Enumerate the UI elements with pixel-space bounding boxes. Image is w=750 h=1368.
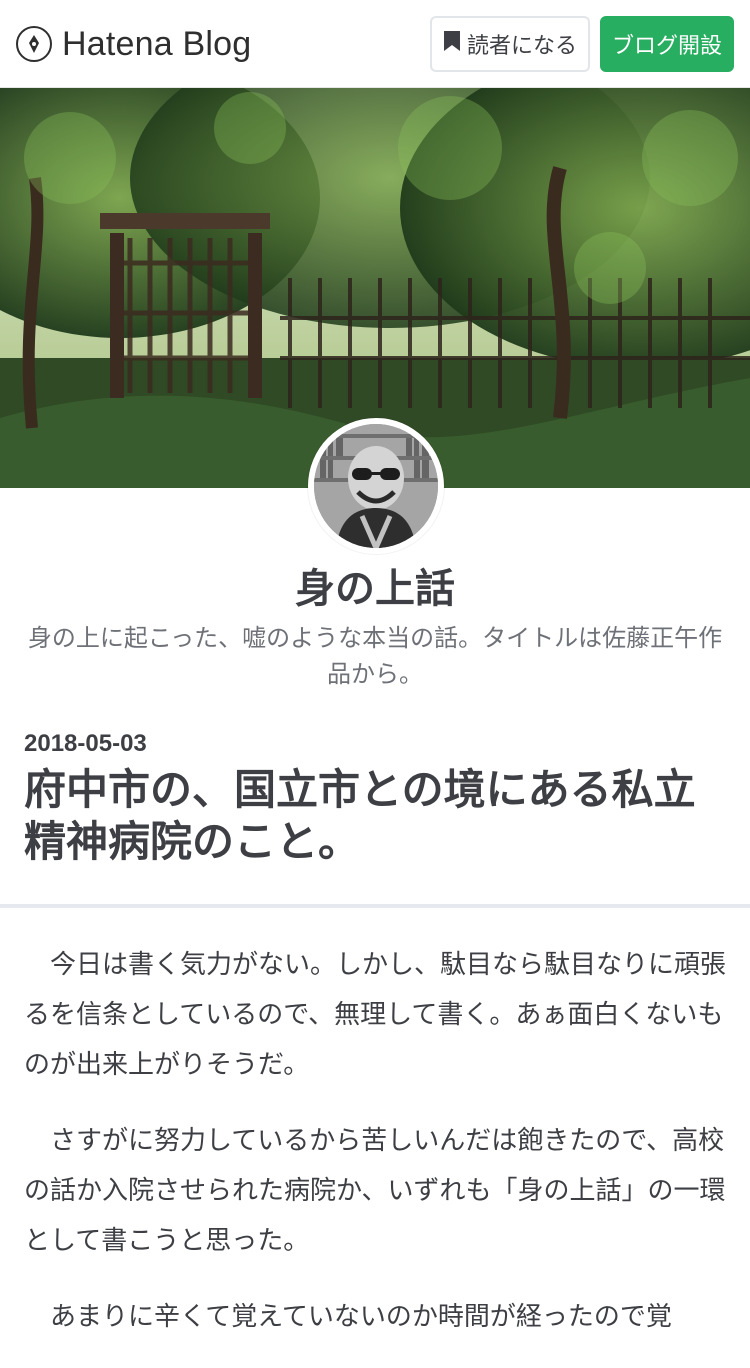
entry-title[interactable]: 府中市の、国立市との境にある私立精神病院のこと。 [24, 764, 730, 868]
subscribe-button[interactable]: 読者になる [430, 16, 590, 72]
divider [0, 904, 750, 908]
top-bar: Hatena Blog 読者になる ブログ開設 [0, 0, 750, 88]
brand-name: Hatena Blog [62, 24, 252, 63]
entry-paragraph: 今日は書く気力がない。しかし、駄目なら駄目なりに頑張るを信条としているので、無理… [24, 950, 727, 1080]
create-blog-button[interactable]: ブログ開設 [600, 16, 734, 72]
subscribe-button-label: 読者になる [466, 34, 577, 59]
author-photo [314, 424, 438, 548]
hatena-blog-logo[interactable]: Hatena Blog [16, 22, 251, 66]
blog-description: 身の上に起こった、嘘のような本当の話。タイトルは佐藤正午作品から。 [27, 624, 723, 688]
blog-avatar[interactable] [308, 418, 444, 554]
bookmark-icon [443, 30, 461, 58]
blog-title[interactable]: 身の上話 [0, 556, 750, 614]
pen-nib-icon [16, 26, 52, 62]
entry-date[interactable]: 2018-05-03 [24, 730, 147, 758]
create-blog-button-label: ブログ開設 [611, 34, 722, 59]
entry-body: 今日は書く気力がない。しかし、駄目なら駄目なりに頑張るを信条としているので、無理… [24, 940, 726, 1368]
entry-paragraph: あまりに辛くて覚えていないのか時間が経ったので覚 [50, 1302, 672, 1332]
entry-paragraph: さすがに努力しているから苦しいんだは飽きたので、高校の話か入院させられた病院か、… [24, 1126, 726, 1256]
